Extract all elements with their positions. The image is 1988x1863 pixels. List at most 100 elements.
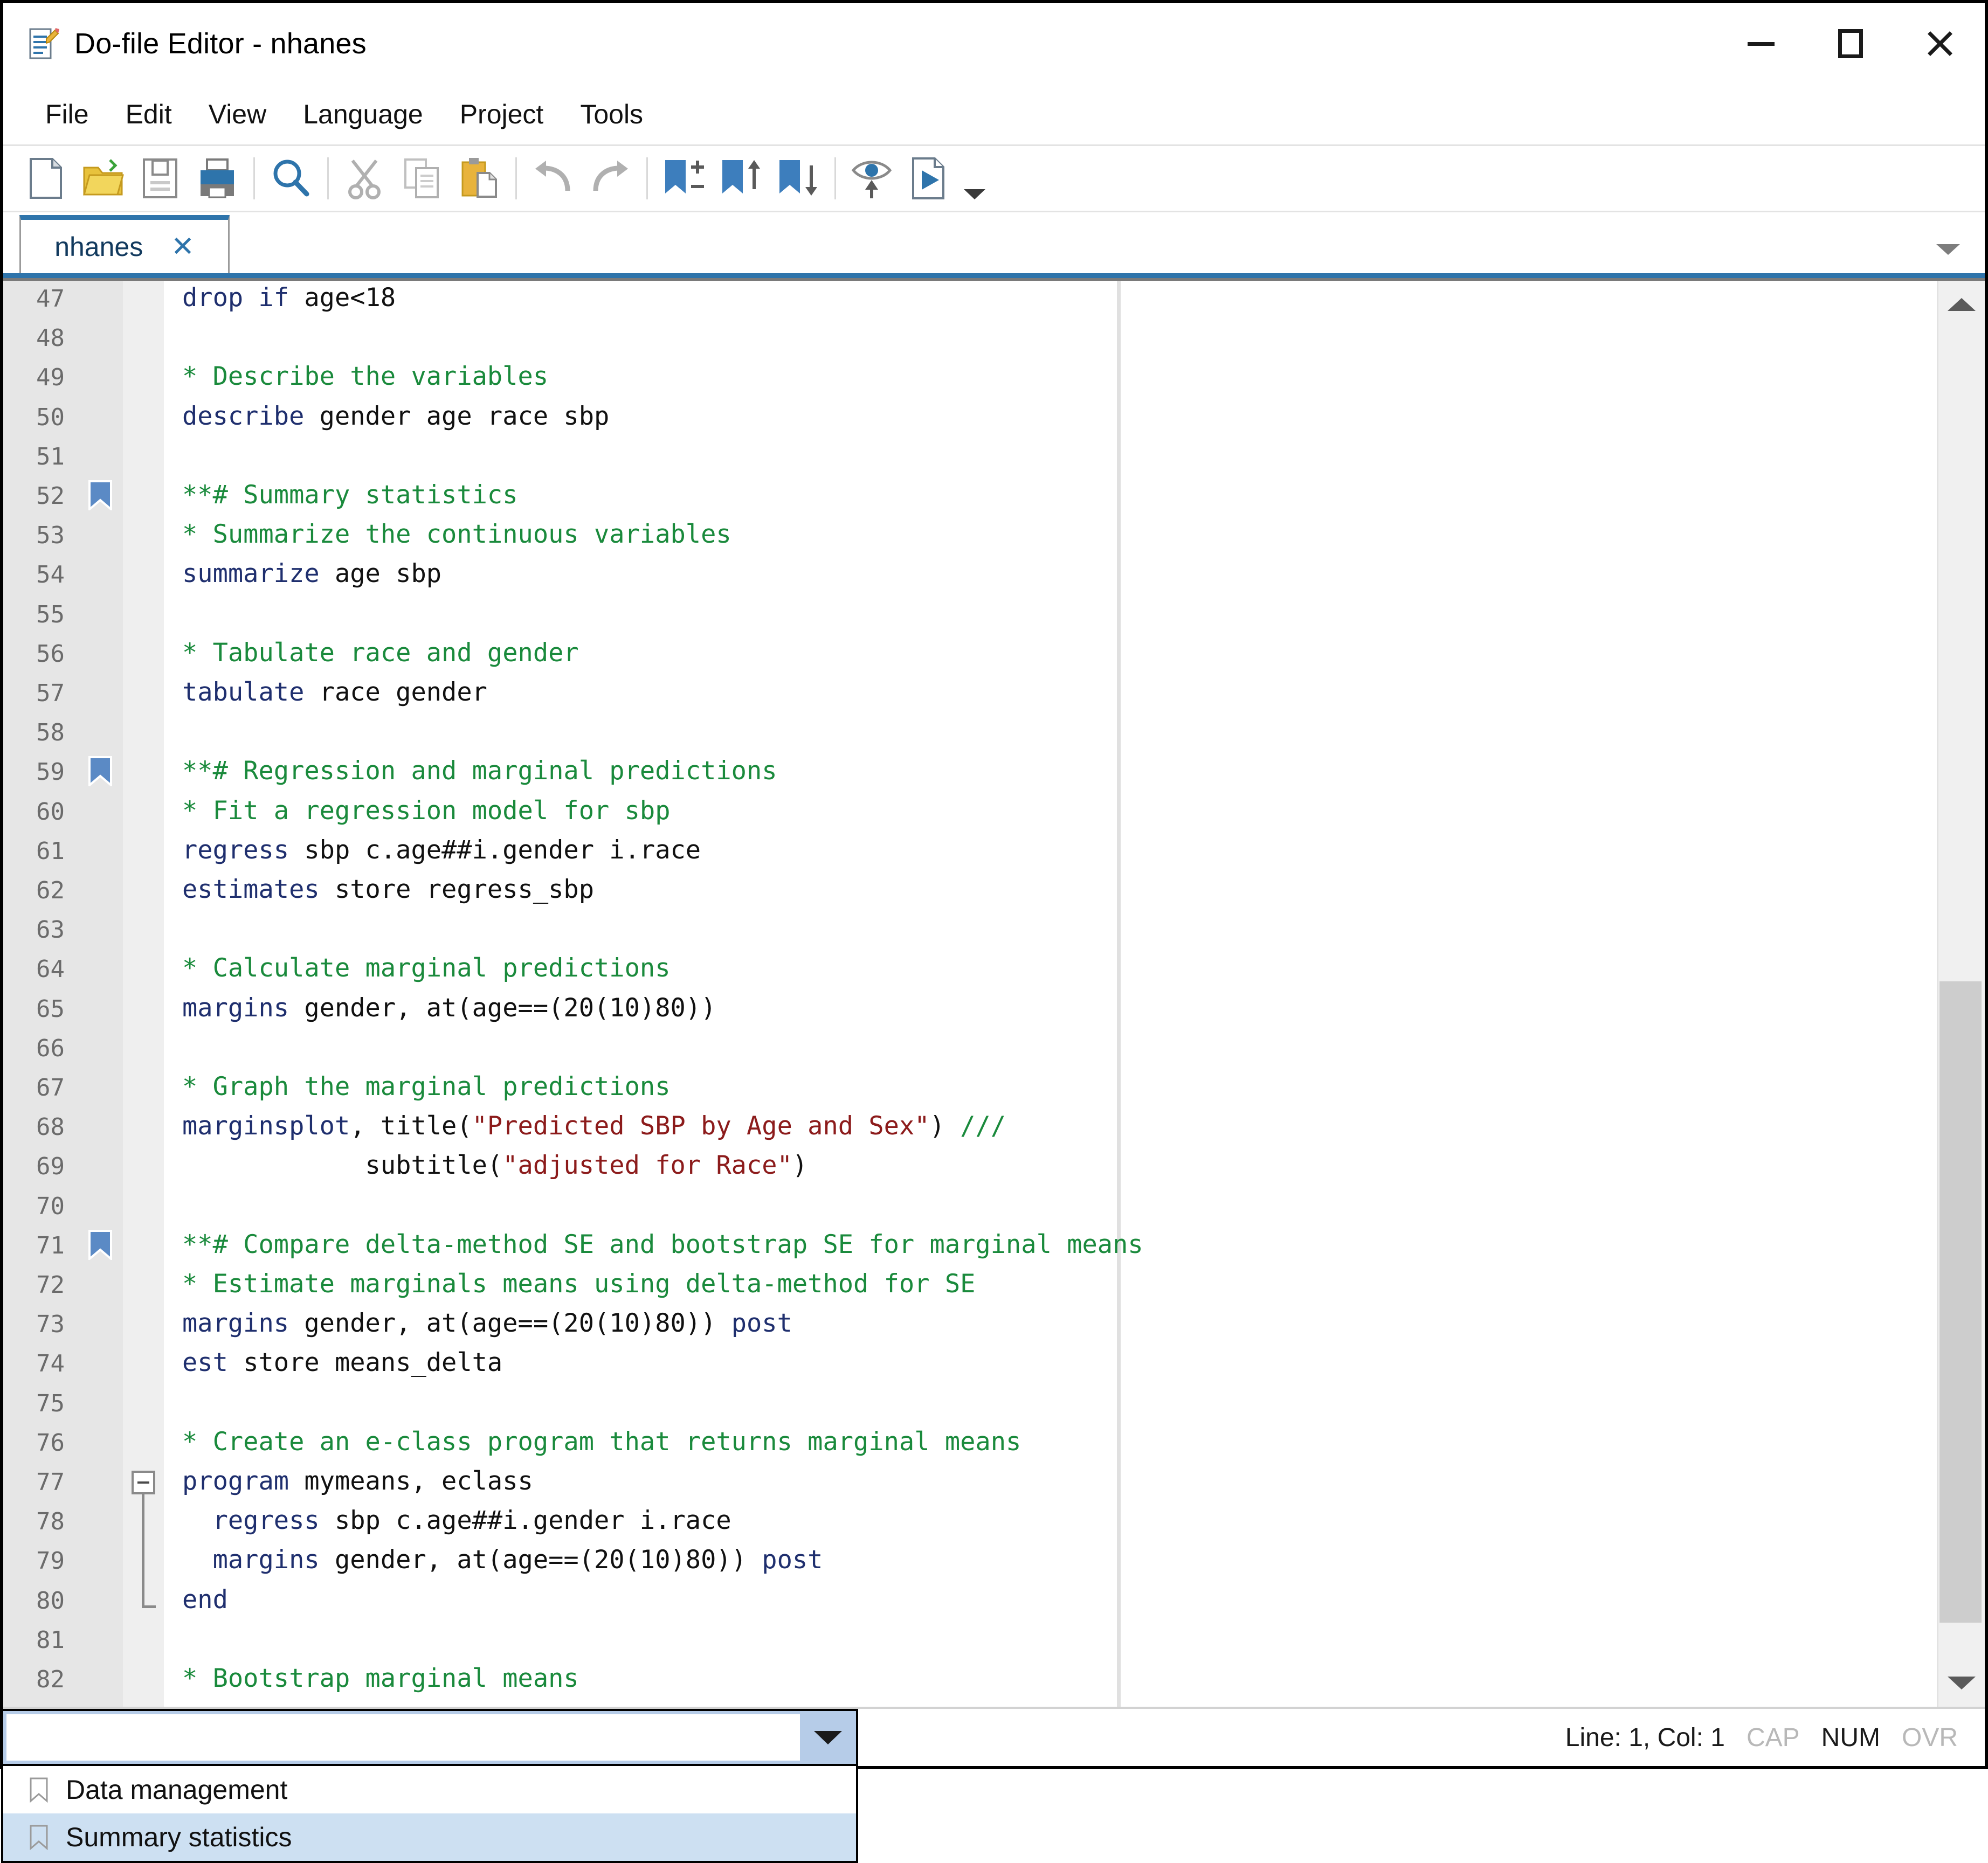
code-line[interactable]: regress sbp c.age##i.gender i.race — [182, 837, 701, 863]
code-token: post — [762, 1545, 823, 1575]
chevron-down-icon — [814, 1730, 842, 1744]
find-button[interactable] — [263, 150, 320, 206]
code-line[interactable]: subtitle("adjusted for Race") — [182, 1153, 808, 1178]
code-line[interactable]: est store means_delta — [182, 1350, 502, 1375]
search-icon — [273, 160, 309, 197]
code-line[interactable]: * Graph the marginal predictions — [182, 1074, 670, 1099]
bookmark-up-icon — [722, 160, 760, 193]
code-line[interactable]: describe gender age race sbp — [182, 404, 609, 429]
chevron-up-icon — [1948, 298, 1976, 311]
new-document-icon — [30, 158, 62, 199]
close-icon[interactable]: ✕ — [171, 233, 195, 261]
execute-button[interactable] — [901, 150, 958, 206]
scrollbar-thumb[interactable] — [1939, 981, 1982, 1623]
code-token: gender, at(age==(20(10)80)) — [304, 1308, 731, 1339]
close-button[interactable] — [1895, 3, 1985, 84]
run-document-icon — [912, 157, 944, 199]
chevron-down-icon — [964, 189, 985, 199]
code-line[interactable]: margins gender, at(age==(20(10)80)) post — [182, 1547, 823, 1573]
menu-tools[interactable]: Tools — [562, 95, 661, 133]
fold-collapse-button[interactable] — [132, 1471, 155, 1494]
list-item[interactable]: Summary statistics — [3, 1813, 856, 1861]
maximize-button[interactable] — [1806, 3, 1895, 84]
right-margin-guide — [1117, 281, 1121, 1707]
menu-file[interactable]: File — [27, 95, 107, 133]
code-line[interactable]: marginsplot, title("Predicted SBP by Age… — [182, 1113, 1006, 1139]
code-line[interactable]: * Estimate marginals means using delta-m… — [182, 1271, 975, 1297]
code-line[interactable]: estimates store regress_sbp — [182, 877, 594, 902]
next-bookmark-button[interactable] — [770, 150, 827, 206]
preview-button[interactable] — [844, 150, 901, 206]
cut-button[interactable] — [336, 150, 394, 206]
navigation-dropdown-list[interactable]: Data management Summary statistics — [1, 1766, 858, 1863]
line-number: 57 — [36, 680, 65, 707]
menu-language[interactable]: Language — [285, 95, 441, 133]
code-line[interactable]: **# Compare delta-method SE and bootstra… — [182, 1232, 1143, 1257]
redo-button[interactable] — [582, 150, 639, 206]
new-button[interactable] — [17, 150, 74, 206]
list-item[interactable]: Data management — [3, 1766, 856, 1813]
code-token: margins — [182, 1308, 305, 1339]
execute-dropdown-button[interactable] — [958, 143, 991, 213]
line-number: 74 — [36, 1350, 65, 1378]
code-token: estimates — [182, 875, 335, 904]
code-line[interactable]: margins gender, at(age==(20(10)80)) — [182, 995, 716, 1021]
code-line[interactable]: * Summarize the continuous variables — [182, 522, 731, 547]
scroll-down-button[interactable] — [1938, 1659, 1985, 1707]
code-line[interactable]: * Fit a regression model for sbp — [182, 798, 670, 823]
copy-button[interactable] — [394, 150, 451, 206]
code-line[interactable]: **# Summary statistics — [182, 482, 518, 508]
code-token: * Graph the marginal predictions — [182, 1072, 671, 1102]
code-text-area[interactable]: drop if age<18 * Describe the variables de… — [164, 281, 1937, 1707]
bookmark-marker-icon[interactable] — [88, 1229, 112, 1260]
code-line[interactable]: * Tabulate race and gender — [182, 640, 579, 666]
menu-edit[interactable]: Edit — [107, 95, 190, 133]
bookmark-down-icon — [779, 160, 817, 196]
code-line[interactable]: * Bootstrap marginal means — [182, 1666, 579, 1691]
vertical-scrollbar[interactable] — [1937, 281, 1985, 1707]
code-line[interactable]: drop if age<18 — [182, 285, 396, 310]
code-line[interactable]: regress sbp c.age##i.gender i.race — [182, 1508, 731, 1533]
code-line[interactable]: * Create an e-class program that returns… — [182, 1429, 1021, 1455]
code-token: sbp c.age##i.gender i.race — [304, 835, 701, 865]
menu-view[interactable]: View — [190, 95, 285, 133]
toolbar-separator — [327, 157, 329, 199]
minimize-button[interactable] — [1716, 3, 1806, 84]
navigation-combobox[interactable] — [1, 1709, 858, 1766]
code-token: gender, at(age==(20(10)80)) — [304, 993, 716, 1023]
code-line[interactable]: program mymeans, eclass — [182, 1469, 533, 1494]
code-token: regress — [182, 835, 305, 865]
scroll-up-button[interactable] — [1938, 281, 1985, 328]
code-line[interactable]: end — [182, 1587, 228, 1612]
code-token: mymeans, eclass — [304, 1466, 533, 1496]
paste-button[interactable] — [451, 150, 508, 206]
code-line[interactable]: tabulate race gender — [182, 680, 487, 705]
ovr-indicator: OVR — [1901, 1723, 1958, 1752]
code-token: drop if — [182, 283, 305, 313]
line-number: 71 — [36, 1231, 65, 1259]
bookmark-marker-icon[interactable] — [88, 756, 112, 787]
print-button[interactable] — [189, 150, 246, 206]
previous-bookmark-button[interactable] — [713, 150, 770, 206]
open-folder-icon — [83, 159, 124, 196]
code-token: program — [182, 1466, 305, 1496]
bookmark-gutter[interactable] — [77, 281, 123, 1707]
tab-nhanes[interactable]: nhanes ✕ — [19, 215, 230, 273]
toggle-bookmark-button[interactable] — [655, 150, 713, 206]
save-button[interactable] — [132, 150, 189, 206]
open-button[interactable] — [74, 150, 132, 206]
code-line[interactable]: * Calculate marginal predictions — [182, 955, 670, 981]
code-line[interactable]: margins gender, at(age==(20(10)80)) post — [182, 1311, 792, 1336]
bookmark-marker-icon[interactable] — [88, 480, 112, 510]
code-line[interactable]: summarize age sbp — [182, 561, 441, 586]
tab-label: nhanes — [54, 231, 143, 262]
code-line[interactable]: * Describe the variables — [182, 364, 548, 389]
fold-gutter[interactable] — [123, 281, 164, 1707]
code-token: margins — [182, 993, 305, 1023]
undo-button[interactable] — [524, 150, 582, 206]
code-line[interactable]: **# Regression and marginal predictions — [182, 758, 777, 784]
menu-project[interactable]: Project — [441, 95, 562, 133]
chevron-down-icon[interactable] — [1936, 244, 1960, 255]
navigation-input[interactable] — [6, 1714, 800, 1761]
navigation-dropdown-button[interactable] — [800, 1711, 856, 1764]
